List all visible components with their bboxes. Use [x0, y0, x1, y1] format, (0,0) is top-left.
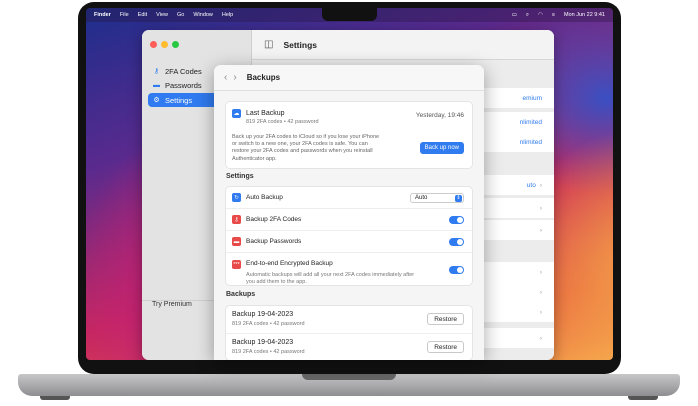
refresh-icon: ↻ — [232, 193, 241, 202]
e2e-row: *** End-to-end Encrypted Backup Automati… — [226, 253, 472, 287]
e2e-toggle[interactable] — [449, 266, 464, 274]
search-icon[interactable]: ⌕ — [526, 12, 529, 19]
laptop-foot — [628, 396, 658, 400]
wifi-icon[interactable]: ◠ — [538, 12, 543, 18]
zoom-button[interactable] — [172, 41, 179, 48]
last-backup-card: ☁ Last Backup 819 2FA codes • 42 passwor… — [225, 101, 473, 169]
chevron-right-icon: › — [539, 268, 542, 276]
restore-button[interactable]: Restore — [427, 313, 464, 325]
last-backup-description: Back up your 2FA codes to iCloud so if y… — [232, 134, 380, 162]
backup-title: Backup 19-04-2023 — [232, 339, 294, 346]
sidebar-item-label: 2FA Codes — [165, 66, 202, 76]
battery-icon[interactable]: ▭ — [512, 12, 517, 18]
card-icon: ▬ — [153, 81, 160, 89]
chevron-right-icon: › — [539, 204, 542, 212]
key-icon: ⚷ — [153, 68, 160, 75]
try-premium-link[interactable]: Try Premium — [152, 301, 192, 308]
menu-clock[interactable]: Mon Jun 22 9:41 — [564, 12, 605, 18]
e2e-description: Automatic backups will add all your next… — [246, 272, 415, 285]
backup-passwords-row: ▬ Backup Passwords — [226, 231, 472, 253]
minimize-button[interactable] — [161, 41, 168, 48]
laptop-base-notch — [302, 374, 396, 380]
settings-row[interactable]: nlimited — [474, 112, 554, 132]
chevron-updown-icon: ⇕ — [455, 194, 462, 202]
settings-card: ↻ Auto Backup Auto ⇕ ⚷ Backup 2FA Codes … — [225, 186, 473, 286]
window-controls — [150, 41, 179, 48]
last-backup-time: Yesterday, 19:46 — [415, 112, 464, 119]
auto-backup-label: Auto Backup — [246, 194, 283, 201]
backup-list-item: Backup 19-04-2023 819 2FA codes • 42 pas… — [226, 306, 472, 334]
backup-list-item: Backup 19-04-2023 819 2FA codes • 42 pas… — [226, 334, 472, 360]
backup-subtitle: 819 2FA codes • 42 password — [232, 321, 305, 327]
chevron-right-icon: › — [539, 181, 542, 189]
close-button[interactable] — [150, 41, 157, 48]
menu-file[interactable]: File — [120, 12, 129, 18]
settings-row[interactable]: emium — [474, 88, 554, 108]
menu-window[interactable]: Window — [193, 12, 213, 18]
backups-sheet: ‹ › Backups ☁ Last Backup 819 2FA codes … — [214, 65, 484, 360]
backup-2fa-row: ⚷ Backup 2FA Codes — [226, 209, 472, 231]
chevron-right-icon: › — [539, 334, 542, 342]
settings-row[interactable]: › — [474, 328, 554, 348]
row-value: nlimited — [519, 138, 542, 146]
row-value: uto — [526, 181, 536, 189]
sidebar-item-label: Passwords — [165, 80, 202, 90]
auto-backup-row: ↻ Auto Backup Auto ⇕ — [226, 187, 472, 209]
card-icon: ▬ — [232, 237, 241, 246]
settings-row[interactable]: › — [474, 198, 554, 218]
backup-passwords-label: Backup Passwords — [246, 238, 302, 245]
camera-notch — [322, 8, 377, 21]
e2e-label: End-to-end Encrypted Backup — [246, 260, 333, 267]
menu-view[interactable]: View — [156, 12, 168, 18]
control-center-icon[interactable]: ≡ — [552, 12, 555, 18]
backups-section-label: Backups — [226, 291, 256, 298]
back-up-now-button[interactable]: Back up now — [419, 142, 464, 154]
row-value: nlimited — [519, 118, 542, 126]
backup-title: Backup 19-04-2023 — [232, 311, 294, 318]
sheet-header: ‹ › Backups — [214, 65, 484, 91]
key-icon: ⚷ — [232, 215, 241, 224]
last-backup-title: Last Backup — [246, 110, 285, 117]
settings-row[interactable]: › — [474, 220, 554, 240]
sheet-title: Backups — [246, 73, 281, 82]
restore-button[interactable]: Restore — [427, 341, 464, 353]
backup-passwords-toggle[interactable] — [449, 237, 464, 246]
sidebar-item-label: Settings — [165, 95, 193, 105]
last-backup-subtitle: 819 2FA codes • 42 password — [246, 119, 319, 125]
backup-2fa-toggle[interactable] — [449, 215, 464, 224]
backups-list: Backup 19-04-2023 819 2FA codes • 42 pas… — [225, 305, 473, 360]
menu-go[interactable]: Go — [177, 12, 184, 18]
forward-chevron-icon[interactable]: › — [233, 72, 236, 83]
sidebar-toggle-icon[interactable]: ◫ — [264, 39, 273, 50]
menu-help[interactable]: Help — [222, 12, 233, 18]
settings-row[interactable]: › — [474, 302, 554, 322]
backup-2fa-label: Backup 2FA Codes — [246, 216, 302, 223]
settings-row[interactable]: › — [474, 262, 554, 282]
chevron-right-icon: › — [539, 288, 542, 296]
main-header: ◫ Settings — [252, 30, 554, 60]
laptop-foot — [40, 396, 70, 400]
settings-row[interactable]: nlimited — [474, 132, 554, 152]
menu-app-name[interactable]: Finder — [94, 12, 111, 18]
settings-section-label: Settings — [226, 173, 254, 180]
auto-backup-value: Auto — [415, 194, 428, 201]
settings-row[interactable]: › — [474, 282, 554, 302]
cloud-icon: ☁ — [232, 109, 241, 118]
auto-backup-select[interactable]: Auto ⇕ — [410, 192, 464, 203]
page-title: Settings — [283, 39, 317, 50]
backup-subtitle: 819 2FA codes • 42 password — [232, 349, 305, 355]
chevron-right-icon: › — [539, 308, 542, 316]
gear-icon: ⚙ — [153, 97, 160, 104]
menu-edit[interactable]: Edit — [138, 12, 147, 18]
settings-row[interactable]: uto › — [474, 175, 554, 195]
chevron-right-icon: › — [539, 226, 542, 234]
asterisk-icon: *** — [232, 260, 241, 269]
row-value: emium — [522, 94, 542, 102]
back-chevron-icon[interactable]: ‹ — [224, 72, 227, 83]
